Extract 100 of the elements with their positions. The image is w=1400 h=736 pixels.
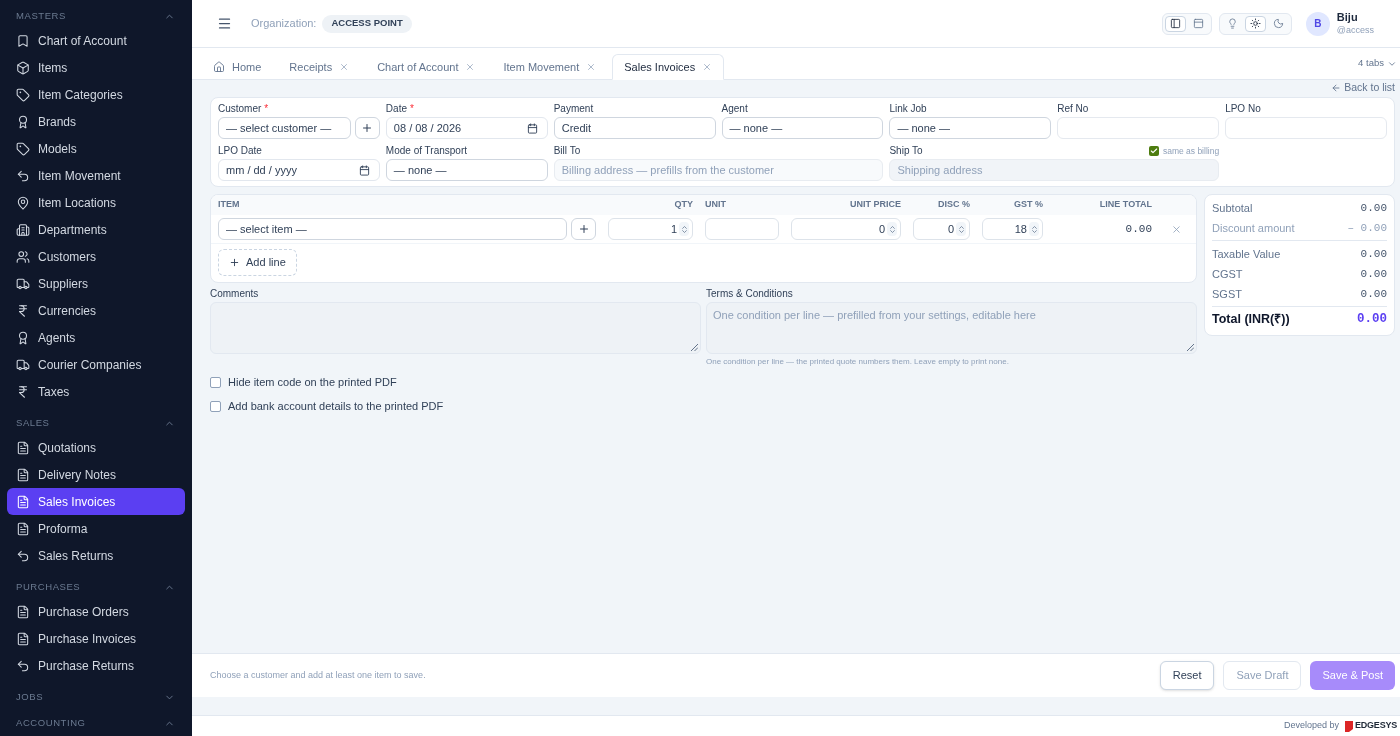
document-icon (16, 467, 30, 482)
checkbox-label: Add bank account details to the printed PDF (228, 398, 444, 414)
box-icon (16, 60, 30, 75)
resize-grip-icon[interactable] (1187, 344, 1194, 351)
sidebar-item[interactable]: Models (7, 135, 185, 162)
document-icon (16, 521, 30, 536)
close-icon[interactable] (702, 62, 713, 72)
input-field[interactable] (1057, 117, 1220, 139)
truck-icon (16, 357, 30, 372)
select-field[interactable]: — none — (385, 159, 548, 181)
menu-icon[interactable] (217, 16, 232, 31)
calendar-icon[interactable] (358, 164, 370, 176)
checkbox[interactable] (210, 376, 221, 388)
sidebar-item[interactable]: Courier Companies (7, 351, 185, 378)
tabs-menu-button[interactable]: 4 tabs (1358, 56, 1397, 71)
total-value: 0.00 (1360, 286, 1387, 302)
organization-name[interactable]: ACCESS POINT (322, 14, 412, 33)
user-handle: @access (1336, 24, 1374, 36)
grand-total-value: 0.00 (1357, 311, 1387, 329)
calendar-icon[interactable] (526, 122, 538, 134)
spinner-icon[interactable] (1029, 222, 1039, 236)
sidebar-item[interactable]: Delivery Notes (7, 461, 185, 488)
tab[interactable]: Home (201, 54, 274, 80)
tab[interactable]: Sales Invoices (612, 54, 725, 80)
sidebar-item[interactable]: Taxes (7, 378, 185, 405)
toggle-button[interactable] (1164, 15, 1186, 32)
column-header: GST % (1013, 198, 1043, 212)
sidebar-item[interactable]: Purchase Invoices (7, 625, 185, 652)
total-value: 0.00 (1360, 200, 1387, 216)
total-value: 0.00 (1360, 246, 1387, 262)
date-field[interactable]: mm / dd / yyyy (218, 159, 380, 181)
tab[interactable]: Item Movement (491, 54, 609, 80)
sidebar-item[interactable]: Currencies (7, 297, 185, 324)
user-name: Biju (1336, 11, 1359, 25)
select-field[interactable]: — none — (721, 117, 884, 139)
add-line-button[interactable]: Add line (218, 249, 297, 276)
checkbox[interactable] (210, 400, 221, 412)
spinner-icon[interactable] (956, 222, 966, 236)
field-label: LPO Date (218, 146, 262, 156)
sidebar-item[interactable]: Purchase Returns (7, 652, 185, 679)
sidebar-item[interactable]: Agents (7, 324, 185, 351)
action-button[interactable]: Reset (1159, 661, 1215, 690)
textarea-field[interactable] (210, 302, 701, 354)
sidebar-item[interactable]: Purchase Orders (7, 598, 185, 625)
close-icon[interactable] (465, 62, 476, 72)
total-value: 0.00 (1360, 266, 1387, 282)
add-button[interactable] (354, 117, 380, 139)
back-link[interactable]: Back to list (1331, 81, 1395, 95)
input-field[interactable]: Credit (553, 117, 716, 139)
number-field[interactable]: 0 (913, 218, 970, 240)
date-field[interactable]: 08 / 08 / 2026 (385, 117, 548, 139)
field-label: Comments (210, 288, 260, 300)
sidebar-item[interactable]: Brands (7, 108, 185, 135)
tag-icon (16, 87, 30, 102)
close-icon[interactable] (339, 62, 350, 72)
input-field[interactable] (705, 218, 779, 240)
tab[interactable]: Chart of Account (365, 54, 488, 80)
field-label: Customer (218, 104, 262, 114)
sidebar-item[interactable]: Departments (7, 216, 185, 243)
add-button[interactable] (571, 218, 596, 240)
checkbox[interactable] (1148, 146, 1159, 156)
spinner-icon[interactable] (679, 222, 689, 236)
sun-icon (1249, 18, 1261, 29)
sidebar-item[interactable]: Proforma (7, 515, 185, 542)
sidebar-item[interactable]: Sales Returns (7, 542, 185, 569)
sidebar-item[interactable]: Suppliers (7, 270, 185, 297)
section-heading: ACCOUNTING (16, 718, 86, 728)
sidebar-item[interactable]: Sales Invoices (7, 488, 185, 515)
select-field[interactable]: — select customer — (218, 117, 351, 139)
number-field[interactable]: 0 (791, 218, 901, 240)
sidebar-item[interactable]: Item Movement (7, 162, 185, 189)
field-label: Payment (553, 104, 594, 114)
total-label: CGST (1212, 266, 1243, 282)
field-label: Agent (721, 104, 748, 114)
avatar[interactable]: B (1305, 11, 1330, 36)
building-icon (16, 222, 30, 237)
users-icon (16, 249, 30, 264)
tab[interactable]: Receipts (277, 54, 362, 80)
select-field[interactable]: — select item — (218, 218, 567, 240)
sidebar-item[interactable]: Customers (7, 243, 185, 270)
spinner-icon[interactable] (887, 222, 897, 236)
credit-label: Developed by (1284, 719, 1340, 733)
truck-icon (16, 276, 30, 291)
sidebar-item[interactable]: Quotations (7, 434, 185, 461)
sidebar-item[interactable]: Item Categories (7, 81, 185, 108)
remove-icon[interactable] (1170, 223, 1182, 235)
number-field[interactable]: 1 (608, 218, 693, 240)
number-field[interactable]: 18 (982, 218, 1043, 240)
select-field[interactable]: — none — (889, 117, 1052, 139)
sidebar-item[interactable]: Items (7, 54, 185, 81)
sidebar-item[interactable]: Item Locations (7, 189, 185, 216)
total-label: Discount amount (1212, 220, 1295, 236)
sidebar-item[interactable]: Chart of Account (7, 27, 185, 54)
resize-grip-icon[interactable] (691, 344, 698, 351)
toggle-button[interactable] (1244, 15, 1266, 32)
close-icon[interactable] (586, 62, 597, 72)
input-field[interactable] (1225, 117, 1387, 139)
checkmark-icon (1149, 147, 1158, 155)
map-pin-icon (16, 195, 30, 210)
line-total: 0.00 (1124, 221, 1152, 237)
